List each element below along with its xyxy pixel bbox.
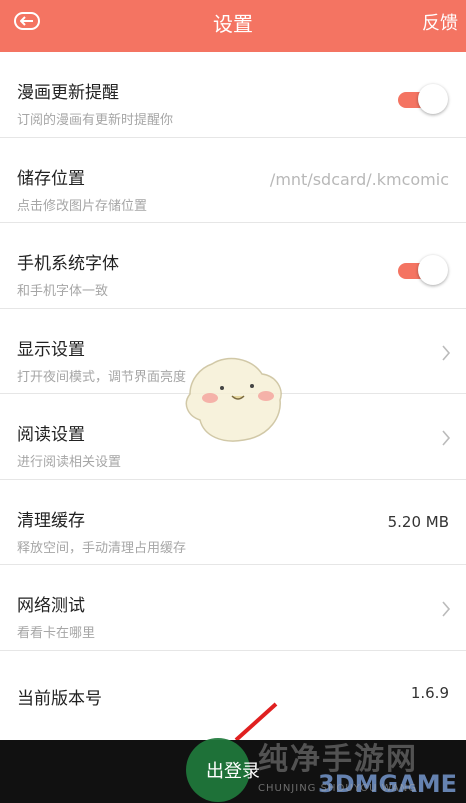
setting-subtitle: 进行阅读相关设置 bbox=[17, 455, 122, 470]
setting-subtitle: 释放空间，手动清理占用缓存 bbox=[17, 540, 187, 556]
setting-title: 漫画更新提醒 bbox=[17, 83, 119, 103]
setting-title: 储存位置 bbox=[17, 168, 85, 189]
setting-subtitle: 打开夜间模式，调节界面亮度 bbox=[17, 369, 187, 385]
setting-storage-location[interactable]: 储存位置 点击修改图片存储位置 /mnt/sdcard/.kmcomic bbox=[0, 138, 466, 223]
chevron-right-icon bbox=[442, 430, 451, 446]
setting-title: 清理缓存 bbox=[17, 510, 85, 531]
setting-title: 阅读设置 bbox=[17, 425, 85, 445]
mascot-illustration bbox=[185, 357, 282, 442]
app-header: 设置 反馈 bbox=[0, 0, 466, 52]
setting-clear-cache[interactable]: 清理缓存 释放空间，手动清理占用缓存 5.20 MB bbox=[0, 480, 466, 565]
watermark-subtext: CHUNJING SHOUYOU WANG bbox=[258, 783, 418, 794]
cache-size-value: 5.20 MB bbox=[387, 512, 449, 531]
setting-system-font[interactable]: 手机系统字体 和手机字体一致 bbox=[0, 223, 466, 309]
toggle-knob bbox=[418, 84, 448, 114]
version-value: 1.6.9 bbox=[410, 683, 449, 702]
setting-title: 当前版本号 bbox=[17, 688, 102, 709]
page-title: 设置 bbox=[213, 12, 253, 36]
feedback-button[interactable]: 反馈 bbox=[422, 0, 458, 52]
setting-title: 网络测试 bbox=[17, 596, 85, 616]
setting-subtitle: 看看卡在哪里 bbox=[17, 626, 96, 641]
update-reminder-toggle[interactable] bbox=[398, 84, 448, 114]
toggle-knob bbox=[418, 255, 448, 285]
setting-title: 手机系统字体 bbox=[17, 254, 119, 274]
chevron-right-icon bbox=[442, 601, 451, 617]
chevron-right-icon bbox=[442, 344, 451, 361]
setting-subtitle: 点击修改图片存储位置 bbox=[17, 198, 148, 214]
setting-network-test[interactable]: 网络测试 看看卡在哪里 bbox=[0, 565, 466, 651]
setting-subtitle: 和手机字体一致 bbox=[17, 284, 109, 299]
setting-title: 显示设置 bbox=[17, 339, 85, 360]
system-font-toggle[interactable] bbox=[398, 255, 448, 285]
storage-path-value: /mnt/sdcard/.kmcomic bbox=[269, 169, 449, 189]
setting-update-reminder[interactable]: 漫画更新提醒 订阅的漫画有更新时提醒你 bbox=[0, 52, 466, 138]
setting-subtitle: 订阅的漫画有更新时提醒你 bbox=[17, 113, 174, 128]
